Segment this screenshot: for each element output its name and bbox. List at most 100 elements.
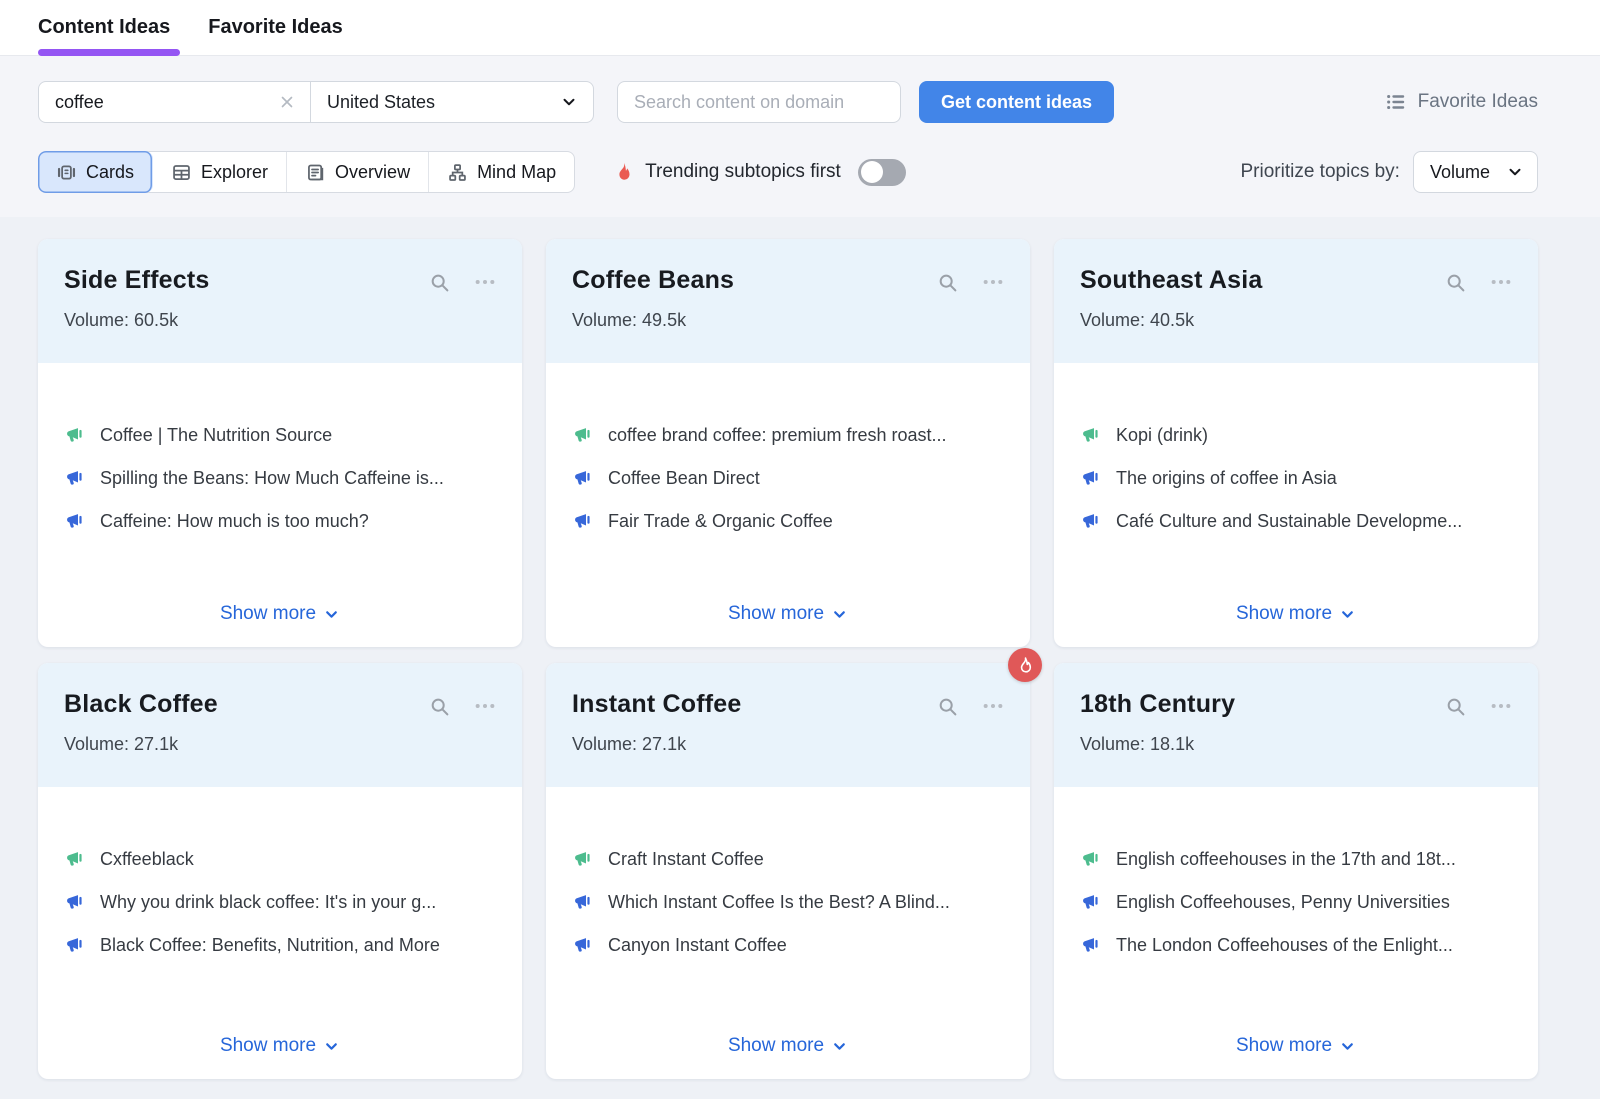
prioritize-control: Prioritize topics by: Volume: [1241, 151, 1539, 193]
search-icon[interactable]: [429, 696, 450, 717]
idea-link[interactable]: English Coffeehouses, Penny Universities: [1080, 892, 1512, 913]
idea-link-label: Why you drink black coffee: It's in your…: [100, 892, 436, 913]
idea-link[interactable]: Why you drink black coffee: It's in your…: [64, 892, 496, 913]
idea-link-label: Spilling the Beans: How Much Caffeine is…: [100, 468, 444, 489]
idea-link-label: Canyon Instant Coffee: [608, 935, 787, 956]
ellipsis-menu-icon[interactable]: [474, 271, 496, 293]
domain-search-input[interactable]: [617, 81, 901, 123]
idea-link[interactable]: The London Coffeehouses of the Enlight..…: [1080, 935, 1512, 956]
idea-link[interactable]: coffee brand coffee: premium fresh roast…: [572, 425, 1004, 446]
table-icon: [171, 162, 192, 183]
report-icon: [305, 162, 326, 183]
search-icon[interactable]: [1445, 272, 1466, 293]
idea-link[interactable]: Spilling the Beans: How Much Caffeine is…: [64, 468, 496, 489]
megaphone-icon: [1080, 468, 1101, 489]
idea-list: Craft Instant Coffee Which Instant Coffe…: [572, 849, 1004, 978]
sitemap-icon: [447, 162, 468, 183]
show-more-link[interactable]: Show more: [1236, 1035, 1356, 1057]
show-more-link[interactable]: Show more: [728, 603, 848, 625]
idea-link[interactable]: Canyon Instant Coffee: [572, 935, 1004, 956]
idea-link[interactable]: Coffee Bean Direct: [572, 468, 1004, 489]
card-title: Instant Coffee: [572, 690, 741, 719]
trending-toggle[interactable]: [858, 159, 906, 186]
search-icon[interactable]: [429, 272, 450, 293]
card-body: English coffeehouses in the 17th and 18t…: [1054, 787, 1538, 1079]
idea-link[interactable]: Coffee | The Nutrition Source: [64, 425, 496, 446]
megaphone-icon: [64, 849, 85, 870]
ellipsis-menu-icon[interactable]: [1490, 271, 1512, 293]
megaphone-icon: [1080, 892, 1101, 913]
top-tabs-bar: Content Ideas Favorite Ideas: [0, 0, 1600, 56]
idea-link[interactable]: Fair Trade & Organic Coffee: [572, 511, 1004, 532]
view-mode-cards[interactable]: Cards: [38, 151, 153, 193]
idea-link[interactable]: Black Coffee: Benefits, Nutrition, and M…: [64, 935, 496, 956]
megaphone-icon: [1080, 425, 1101, 446]
tab-content-ideas[interactable]: Content Ideas: [38, 0, 170, 55]
search-input[interactable]: [55, 92, 278, 113]
view-mode-overview[interactable]: Overview: [287, 152, 429, 192]
idea-link[interactable]: Caffeine: How much is too much?: [64, 511, 496, 532]
search-icon[interactable]: [1445, 696, 1466, 717]
tab-favorite-ideas[interactable]: Favorite Ideas: [208, 0, 343, 55]
show-more-label: Show more: [220, 1035, 316, 1057]
idea-link-label: English coffeehouses in the 17th and 18t…: [1116, 849, 1456, 870]
megaphone-icon: [572, 511, 593, 532]
trending-label: Trending subtopics first: [645, 161, 841, 183]
megaphone-icon: [572, 935, 593, 956]
topic-card: Instant Coffee Volume: 27.1k Craft Insta…: [546, 663, 1030, 1079]
show-more-link[interactable]: Show more: [220, 603, 340, 625]
show-more-label: Show more: [728, 1035, 824, 1057]
idea-link-label: Coffee | The Nutrition Source: [100, 425, 332, 446]
search-icon[interactable]: [937, 696, 958, 717]
idea-link[interactable]: Cxffeeblack: [64, 849, 496, 870]
idea-link-label: Craft Instant Coffee: [608, 849, 764, 870]
idea-link-label: Black Coffee: Benefits, Nutrition, and M…: [100, 935, 440, 956]
country-select[interactable]: United States: [311, 82, 593, 122]
ellipsis-menu-icon[interactable]: [474, 695, 496, 717]
view-mode-explorer[interactable]: Explorer: [153, 152, 287, 192]
flame-icon: [613, 161, 635, 183]
ellipsis-menu-icon[interactable]: [1490, 695, 1512, 717]
card-header: Side Effects Volume: 60.5k: [38, 239, 522, 363]
idea-link-label: Café Culture and Sustainable Developme..…: [1116, 511, 1462, 532]
search-icon[interactable]: [937, 272, 958, 293]
card-title: Coffee Beans: [572, 266, 734, 295]
get-content-ideas-button[interactable]: Get content ideas: [919, 81, 1114, 123]
chevron-down-icon: [560, 93, 578, 111]
topic-card: Southeast Asia Volume: 40.5k Kopi (drink…: [1054, 239, 1538, 647]
card-body: Coffee | The Nutrition Source Spilling t…: [38, 363, 522, 647]
show-more-label: Show more: [1236, 1035, 1332, 1057]
megaphone-icon: [64, 468, 85, 489]
view-options-row: Cards Explorer Overview Mind Map: [38, 151, 1538, 193]
ellipsis-menu-icon[interactable]: [982, 695, 1004, 717]
idea-link-label: The origins of coffee in Asia: [1116, 468, 1337, 489]
show-more-link[interactable]: Show more: [1236, 603, 1356, 625]
show-more-link[interactable]: Show more: [728, 1035, 848, 1057]
toggle-knob: [861, 161, 883, 183]
prioritize-select[interactable]: Volume: [1413, 151, 1538, 193]
show-more-label: Show more: [728, 603, 824, 625]
keyword-country-combo: United States: [38, 81, 594, 123]
show-more-label: Show more: [1236, 603, 1332, 625]
topic-card: Side Effects Volume: 60.5k Coffee | The …: [38, 239, 522, 647]
idea-link[interactable]: English coffeehouses in the 17th and 18t…: [1080, 849, 1512, 870]
view-mode-label: Cards: [86, 162, 134, 183]
idea-link[interactable]: Craft Instant Coffee: [572, 849, 1004, 870]
view-mode-mind-map[interactable]: Mind Map: [429, 152, 574, 192]
idea-link-label: Coffee Bean Direct: [608, 468, 760, 489]
toolbar: United States Get content ideas Favorite…: [0, 56, 1600, 217]
card-volume: Volume: 49.5k: [572, 310, 1004, 331]
clear-icon[interactable]: [278, 93, 296, 111]
show-more-link[interactable]: Show more: [220, 1035, 340, 1057]
idea-link[interactable]: The origins of coffee in Asia: [1080, 468, 1512, 489]
megaphone-icon: [572, 425, 593, 446]
favorite-ideas-link[interactable]: Favorite Ideas: [1385, 91, 1538, 113]
idea-link[interactable]: Which Instant Coffee Is the Best? A Blin…: [572, 892, 1004, 913]
ellipsis-menu-icon[interactable]: [982, 271, 1004, 293]
idea-link[interactable]: Kopi (drink): [1080, 425, 1512, 446]
idea-link-label: coffee brand coffee: premium fresh roast…: [608, 425, 947, 446]
card-header: Black Coffee Volume: 27.1k: [38, 663, 522, 787]
idea-list: Kopi (drink) The origins of coffee in As…: [1080, 425, 1512, 554]
card-header: Instant Coffee Volume: 27.1k: [546, 663, 1030, 787]
idea-link[interactable]: Café Culture and Sustainable Developme..…: [1080, 511, 1512, 532]
